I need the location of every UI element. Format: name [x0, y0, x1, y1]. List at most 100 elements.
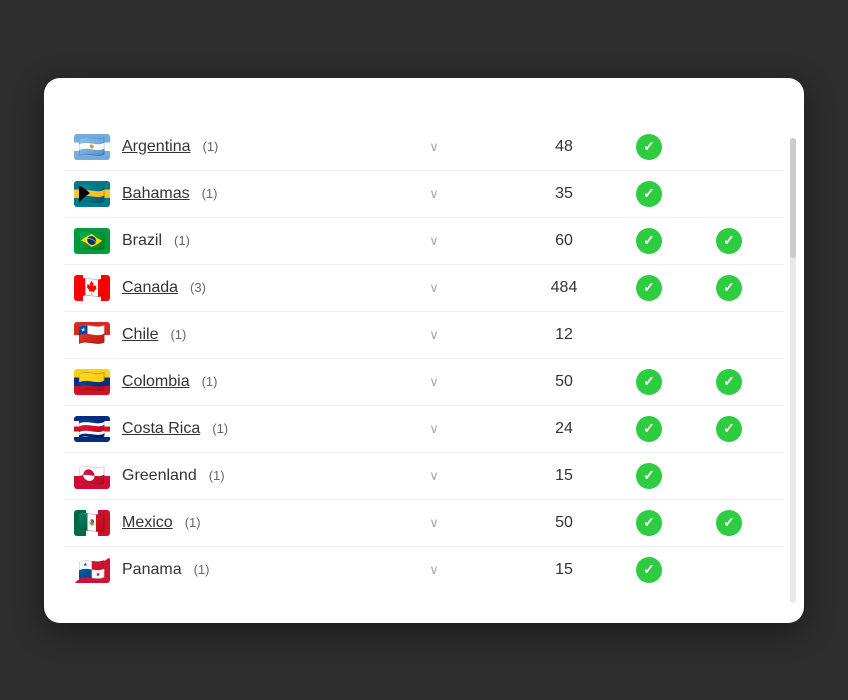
scrollbar-track[interactable] — [790, 138, 796, 603]
chevron-costa-rica[interactable]: ∨ — [354, 421, 514, 437]
chevron-argentina[interactable]: ∨ — [354, 139, 514, 155]
country-count-colombia: (1) — [202, 374, 218, 389]
country-count-bahamas: (1) — [202, 186, 218, 201]
table-row: 🇧🇸 Bahamas (1) ∨ 35 ✓ — [64, 171, 784, 218]
p2p-check-bahamas: ✓ — [636, 181, 662, 207]
country-name-chile[interactable]: Chile — [122, 326, 158, 344]
located-canada: ✓ — [684, 275, 774, 301]
servers-canada: 484 — [514, 279, 614, 297]
p2p-check-colombia: ✓ — [636, 369, 662, 395]
located-costa-rica: ✓ — [684, 416, 774, 442]
chevron-panama[interactable]: ∨ — [354, 562, 514, 578]
country-name-brazil: Brazil — [122, 232, 162, 250]
located-colombia: ✓ — [684, 369, 774, 395]
country-count-chile: (1) — [170, 327, 186, 342]
p2p-costa-rica: ✓ — [614, 416, 684, 442]
table-row: 🇬🇱 Greenland (1) ∨ 15 ✓ — [64, 453, 784, 500]
table-row: 🇨🇦 Canada (3) ∨ 484 ✓ ✓ — [64, 265, 784, 312]
country-name-colombia[interactable]: Colombia — [122, 373, 190, 391]
p2p-bahamas: ✓ — [614, 181, 684, 207]
chevron-colombia[interactable]: ∨ — [354, 374, 514, 390]
flag-costa-rica: 🇨🇷 — [74, 416, 110, 442]
country-name-argentina[interactable]: Argentina — [122, 138, 191, 156]
p2p-check-greenland: ✓ — [636, 463, 662, 489]
table-row: 🇲🇽 Mexico (1) ∨ 50 ✓ ✓ — [64, 500, 784, 547]
located-check-mexico: ✓ — [716, 510, 742, 536]
flag-chile: 🇨🇱 — [74, 322, 110, 348]
country-name-greenland: Greenland — [122, 467, 197, 485]
flag-bahamas: 🇧🇸 — [74, 181, 110, 207]
country-count-canada: (3) — [190, 280, 206, 295]
country-cell-bahamas: 🇧🇸 Bahamas (1) — [74, 181, 354, 207]
country-name-canada[interactable]: Canada — [122, 279, 178, 297]
located-check-brazil: ✓ — [716, 228, 742, 254]
country-cell-chile: 🇨🇱 Chile (1) — [74, 322, 354, 348]
table-row: 🇧🇷 Brazil (1) ∨ 60 ✓ ✓ — [64, 218, 784, 265]
chevron-canada[interactable]: ∨ — [354, 280, 514, 296]
p2p-brazil: ✓ — [614, 228, 684, 254]
p2p-check-mexico: ✓ — [636, 510, 662, 536]
chevron-chile[interactable]: ∨ — [354, 327, 514, 343]
chevron-bahamas[interactable]: ∨ — [354, 186, 514, 202]
servers-mexico: 50 — [514, 514, 614, 532]
table-row: 🇵🇦 Panama (1) ∨ 15 ✓ — [64, 547, 784, 593]
scrollbar-thumb[interactable] — [790, 138, 796, 258]
p2p-check-argentina: ✓ — [636, 134, 662, 160]
servers-brazil: 60 — [514, 232, 614, 250]
country-count-brazil: (1) — [174, 233, 190, 248]
p2p-mexico: ✓ — [614, 510, 684, 536]
p2p-check-costa-rica: ✓ — [636, 416, 662, 442]
located-brazil: ✓ — [684, 228, 774, 254]
country-cell-costa-rica: 🇨🇷 Costa Rica (1) — [74, 416, 354, 442]
country-count-mexico: (1) — [185, 515, 201, 530]
country-cell-brazil: 🇧🇷 Brazil (1) — [74, 228, 354, 254]
servers-argentina: 48 — [514, 138, 614, 156]
servers-bahamas: 35 — [514, 185, 614, 203]
p2p-argentina: ✓ — [614, 134, 684, 160]
flag-colombia: 🇨🇴 — [74, 369, 110, 395]
country-count-argentina: (1) — [203, 139, 219, 154]
country-cell-canada: 🇨🇦 Canada (3) — [74, 275, 354, 301]
table-row: 🇨🇱 Chile (1) ∨ 12 — [64, 312, 784, 359]
p2p-canada: ✓ — [614, 275, 684, 301]
located-check-canada: ✓ — [716, 275, 742, 301]
chevron-brazil[interactable]: ∨ — [354, 233, 514, 249]
country-cell-mexico: 🇲🇽 Mexico (1) — [74, 510, 354, 536]
flag-brazil: 🇧🇷 — [74, 228, 110, 254]
flag-canada: 🇨🇦 — [74, 275, 110, 301]
p2p-greenland: ✓ — [614, 463, 684, 489]
flag-panama: 🇵🇦 — [74, 557, 110, 583]
chevron-mexico[interactable]: ∨ — [354, 515, 514, 531]
p2p-check-brazil: ✓ — [636, 228, 662, 254]
servers-colombia: 50 — [514, 373, 614, 391]
flag-mexico: 🇲🇽 — [74, 510, 110, 536]
table-row: 🇨🇴 Colombia (1) ∨ 50 ✓ ✓ — [64, 359, 784, 406]
country-count-panama: (1) — [194, 562, 210, 577]
country-count-costa-rica: (1) — [212, 421, 228, 436]
p2p-colombia: ✓ — [614, 369, 684, 395]
located-mexico: ✓ — [684, 510, 774, 536]
servers-panama: 15 — [514, 561, 614, 579]
table-row: 🇦🇷 Argentina (1) ∨ 48 ✓ — [64, 124, 784, 171]
country-name-bahamas[interactable]: Bahamas — [122, 185, 190, 203]
chevron-greenland[interactable]: ∨ — [354, 468, 514, 484]
table-header — [64, 108, 784, 120]
country-cell-argentina: 🇦🇷 Argentina (1) — [74, 134, 354, 160]
servers-greenland: 15 — [514, 467, 614, 485]
p2p-check-panama: ✓ — [636, 557, 662, 583]
country-cell-colombia: 🇨🇴 Colombia (1) — [74, 369, 354, 395]
flag-greenland: 🇬🇱 — [74, 463, 110, 489]
country-count-greenland: (1) — [209, 468, 225, 483]
table-body: 🇦🇷 Argentina (1) ∨ 48 ✓ 🇧🇸 Bahamas (1) ∨… — [64, 124, 784, 593]
located-check-colombia: ✓ — [716, 369, 742, 395]
country-name-panama: Panama — [122, 561, 182, 579]
country-cell-panama: 🇵🇦 Panama (1) — [74, 557, 354, 583]
servers-chile: 12 — [514, 326, 614, 344]
flag-argentina: 🇦🇷 — [74, 134, 110, 160]
p2p-panama: ✓ — [614, 557, 684, 583]
server-table-card: 🇦🇷 Argentina (1) ∨ 48 ✓ 🇧🇸 Bahamas (1) ∨… — [44, 78, 804, 623]
country-name-costa-rica[interactable]: Costa Rica — [122, 420, 200, 438]
p2p-check-canada: ✓ — [636, 275, 662, 301]
table-row: 🇨🇷 Costa Rica (1) ∨ 24 ✓ ✓ — [64, 406, 784, 453]
country-name-mexico[interactable]: Mexico — [122, 514, 173, 532]
